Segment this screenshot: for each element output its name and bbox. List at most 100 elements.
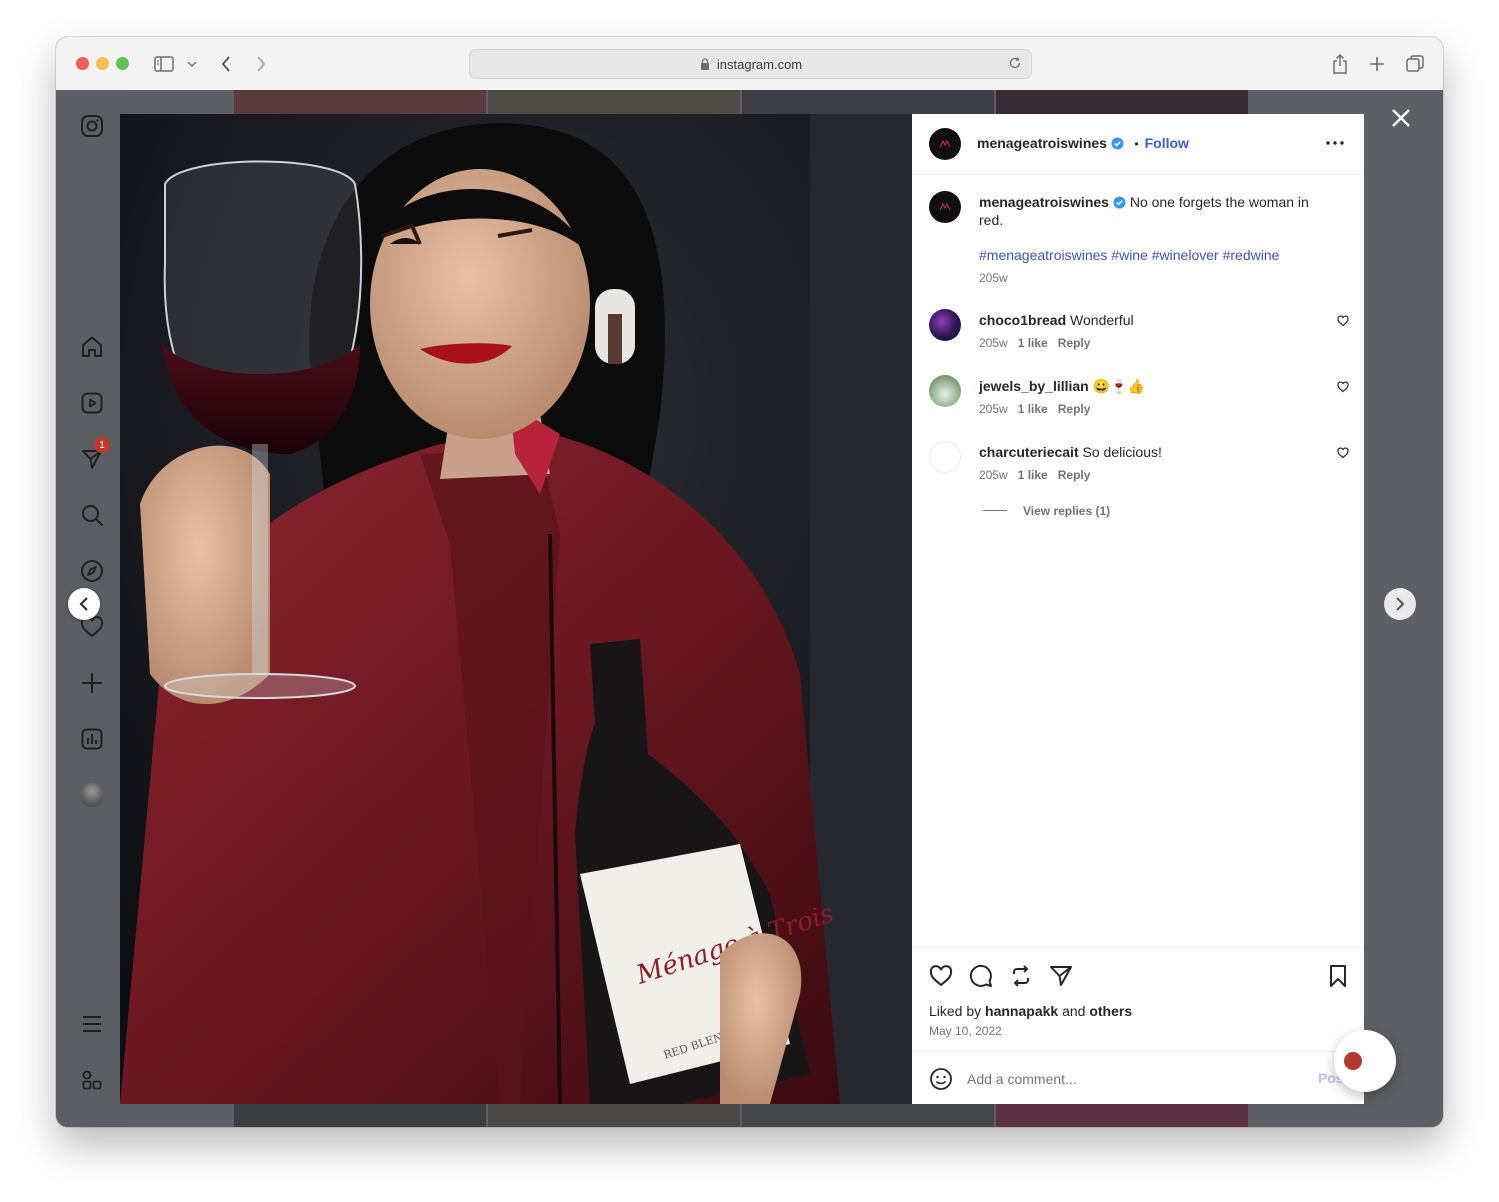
comment-text: 😀🍷👍 [1092,378,1145,394]
caption-author-avatar[interactable] [929,191,961,223]
comment-input[interactable] [967,1068,1267,1090]
author-avatar[interactable] [929,128,961,160]
liked-by-and: and [1062,1003,1086,1019]
comment-likes[interactable]: 1 like [1018,336,1048,350]
grid-thumbnail [488,1104,740,1127]
liked-by: Liked by hannapakk and others [929,1003,1132,1019]
commenter-username[interactable]: choco1bread [979,312,1066,328]
view-replies[interactable]: View replies (1) [983,502,1110,520]
save-bookmark-icon[interactable] [1326,964,1350,988]
post-photo: Ménage à Trois RED BLEND [120,114,912,1104]
next-post-button[interactable] [1384,588,1416,620]
close-window-button[interactable] [76,57,89,70]
caption-body: menageatroiswines No one forgets the wom… [979,193,1329,285]
verified-badge-icon [1113,196,1126,209]
close-icon[interactable] [1389,106,1413,130]
share-icon[interactable] [1328,52,1352,76]
instagram-page: 1 Ménage Trois RED BLEND menageatroiswin… [56,90,1443,1127]
address-bar[interactable]: instagram.com [469,49,1032,79]
liked-by-prefix: Liked by [929,1003,982,1019]
search-icon[interactable] [78,501,106,529]
like-comment-heart-icon[interactable] [1337,381,1349,393]
liked-by-user[interactable]: hannapakk [985,1003,1058,1019]
reply-button[interactable]: Reply [1058,468,1091,482]
caption-username[interactable]: menageatroiswines [979,194,1109,210]
menu-icon[interactable] [78,1010,106,1038]
back-icon[interactable] [214,52,238,76]
chevron-right-icon [1396,597,1405,611]
reply-button[interactable]: Reply [1058,402,1091,416]
add-comment-bar: Post [912,1051,1364,1105]
like-heart-icon[interactable] [929,964,953,988]
caption-hashtags[interactable]: #menageatroiswines #wine #winelover #red… [979,247,1329,263]
commenter-avatar[interactable] [929,309,961,341]
comment-age: 205w [979,468,1008,482]
home-icon[interactable] [78,333,106,361]
comment-bubble-icon[interactable] [969,964,993,988]
tab-overview-icon[interactable] [1403,52,1427,76]
grid-thumbnail [234,90,486,114]
comment-age: 205w [979,336,1008,350]
explore-icon[interactable] [78,557,106,585]
emoji-icon[interactable] [929,1067,953,1091]
verified-badge-icon [1111,137,1124,150]
comment-body: charcuteriecait So delicious! 205w 1 lik… [979,443,1319,482]
follow-button[interactable]: Follow [1145,135,1189,151]
notification-badge: 1 [94,437,110,453]
post-details-panel: menageatroiswines • Follow menageatroiswi… [912,114,1364,1104]
instagram-icon[interactable] [78,112,106,140]
like-comment-heart-icon[interactable] [1337,447,1349,459]
more-options-icon[interactable] [1326,141,1344,145]
liked-by-others[interactable]: others [1089,1003,1132,1019]
dashboard-icon[interactable] [78,725,106,753]
commenter-username[interactable]: charcuteriecait [979,444,1079,460]
zoom-window-button[interactable] [116,57,129,70]
grid-thumbnail [996,1104,1248,1127]
author-line: menageatroiswines • Follow [977,135,1189,153]
sidebar-toggle-icon[interactable] [152,52,176,76]
view-replies-label[interactable]: View replies (1) [1023,504,1110,518]
commenter-avatar[interactable] [929,375,961,407]
comment-item: charcuteriecait So delicious! 205w 1 lik… [929,441,1349,491]
commenter-avatar[interactable] [929,441,961,473]
floating-messages-button[interactable] [1334,1030,1396,1092]
caption-age: 205w [979,271,1008,285]
browser-titlebar: instagram.com [56,37,1443,91]
forward-icon[interactable] [249,52,273,76]
reply-button[interactable]: Reply [1058,336,1091,350]
grid-thumbnail [996,90,1248,114]
floating-avatar [1344,1052,1362,1070]
grid-thumbnail [742,90,994,114]
comment-likes[interactable]: 1 like [1018,402,1048,416]
caption: menageatroiswines No one forgets the wom… [929,191,1349,301]
url-text: instagram.com [716,56,803,72]
browser-window: instagram.com 1 Ménage Trois RED BLEND m… [56,37,1443,1127]
previous-post-button[interactable] [68,588,100,620]
like-comment-heart-icon[interactable] [1337,315,1349,327]
more-apps-icon[interactable] [78,1066,106,1094]
new-tab-icon[interactable] [1365,52,1389,76]
reload-icon[interactable] [1007,55,1023,71]
reels-icon[interactable] [78,389,106,417]
author-username[interactable]: menageatroiswines [977,135,1107,151]
grid-thumbnail [234,1104,486,1127]
profile-avatar[interactable] [78,781,106,809]
share-paper-plane-icon[interactable] [1049,964,1073,988]
chevron-left-icon [79,597,88,611]
minimize-window-button[interactable] [96,57,109,70]
messages-icon[interactable]: 1 [78,437,110,473]
grid-thumbnail [488,90,740,114]
comment-body: choco1bread Wonderful 205w 1 like Reply [979,311,1319,350]
comment-body: jewels_by_lillian 😀🍷👍 205w 1 like Reply [979,377,1319,416]
repost-icon[interactable] [1009,964,1033,988]
comment-age: 205w [979,402,1008,416]
create-icon[interactable] [78,669,106,697]
lock-icon [700,58,709,70]
chevron-down-icon[interactable] [180,52,204,76]
view-replies-line [983,510,1007,512]
comment-likes[interactable]: 1 like [1018,468,1048,482]
grid-thumbnail [742,1104,994,1127]
separator-dot: • [1134,137,1139,151]
comment-text: Wonderful [1070,312,1134,328]
commenter-username[interactable]: jewels_by_lillian [979,378,1089,394]
